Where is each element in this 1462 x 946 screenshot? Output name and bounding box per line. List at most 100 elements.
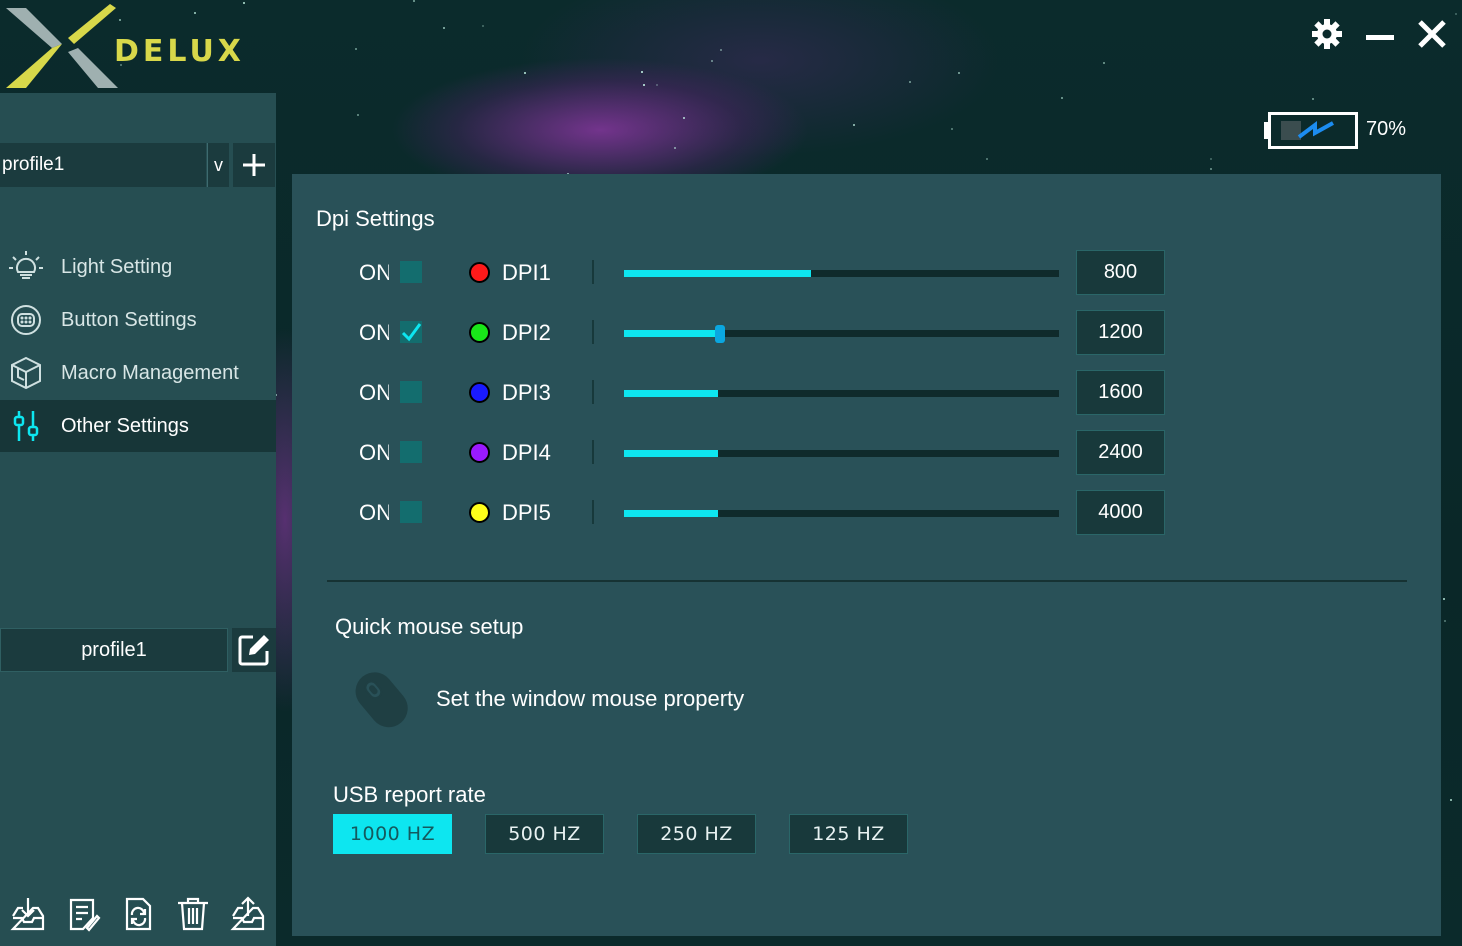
- reset-icon: [125, 897, 152, 931]
- usb-rate-button[interactable]: 500 HZ: [485, 814, 604, 854]
- nav-other-settings[interactable]: Other Settings: [0, 400, 276, 452]
- dpi-enable-checkbox[interactable]: [400, 321, 422, 343]
- sliders-icon: [0, 400, 52, 452]
- dpi-slider-fill: [624, 390, 718, 397]
- dpi-name: DPI2: [502, 320, 551, 345]
- dpi-color-dot: [469, 442, 490, 463]
- settings-panel: Dpi Settings ON DPI1 800 ON DPI2 1200 ON DPI3 16…: [292, 174, 1441, 936]
- mouse-buttons-icon: [0, 294, 52, 346]
- dpi-value-input[interactable]: 4000: [1076, 490, 1165, 535]
- dpi-enable-checkbox[interactable]: [400, 381, 422, 403]
- star: [1103, 62, 1105, 64]
- mouse-property-link[interactable]: Set the window mouse property: [436, 686, 744, 712]
- star: [711, 60, 713, 62]
- star: [853, 124, 855, 126]
- dpi-slider[interactable]: [624, 390, 1059, 397]
- dpi-value-input[interactable]: 800: [1076, 250, 1165, 295]
- profile-toolbar: [0, 882, 276, 946]
- dpi-row: ON DPI4 2400: [292, 430, 1441, 476]
- star: [1443, 598, 1445, 600]
- usb-rate-button[interactable]: 250 HZ: [637, 814, 756, 854]
- nav-button-settings[interactable]: Button Settings: [0, 294, 276, 346]
- light-bulb-icon: [0, 241, 52, 293]
- star: [641, 71, 643, 73]
- star: [1450, 799, 1452, 801]
- delux-logo: DELUX: [2, 4, 272, 92]
- star: [986, 158, 988, 160]
- dpi-row: ON DPI1 800: [292, 250, 1441, 296]
- add-profile-button[interactable]: [233, 143, 275, 187]
- nav-light-setting[interactable]: Light Setting: [0, 241, 276, 293]
- import-button[interactable]: [0, 890, 55, 938]
- quick-setup-title: Quick mouse setup: [335, 614, 524, 639]
- star: [1210, 168, 1212, 170]
- dpi-color-dot: [469, 322, 490, 343]
- profile-dropdown-arrow[interactable]: v: [207, 143, 229, 187]
- star: [656, 84, 658, 86]
- charging-icon: [1281, 121, 1334, 140]
- mouse-icon[interactable]: [346, 664, 416, 734]
- export-icon: [230, 896, 265, 931]
- separator: [592, 380, 594, 404]
- dpi-name: DPI4: [502, 440, 551, 465]
- dpi-value-input[interactable]: 1600: [1076, 370, 1165, 415]
- usb-rate-button[interactable]: 125 HZ: [789, 814, 908, 854]
- dpi-slider[interactable]: [624, 450, 1059, 457]
- star: [1312, 98, 1314, 100]
- reset-button[interactable]: [110, 890, 165, 938]
- separator: [592, 320, 594, 344]
- dpi-name: DPI1: [502, 260, 551, 285]
- separator: [592, 500, 594, 524]
- edit-icon: [238, 635, 269, 666]
- dpi-slider-fill: [624, 510, 718, 517]
- dpi-slider-thumb[interactable]: [715, 325, 725, 343]
- export-button[interactable]: [221, 890, 276, 938]
- star: [1444, 620, 1446, 622]
- dpi-slider-fill: [624, 450, 718, 457]
- profile-dropdown[interactable]: profile1: [0, 143, 206, 187]
- separator: [592, 260, 594, 284]
- star: [674, 147, 676, 149]
- dpi-value-input[interactable]: 2400: [1076, 430, 1165, 475]
- star: [482, 25, 484, 27]
- dpi-slider-fill: [624, 330, 720, 337]
- dpi-slider[interactable]: [624, 325, 1059, 343]
- star: [720, 49, 722, 51]
- profile-name-field[interactable]: profile1: [0, 628, 228, 672]
- dpi-name: DPI5: [502, 500, 551, 525]
- dpi-value-input[interactable]: 1200: [1076, 310, 1165, 355]
- star: [683, 117, 685, 119]
- dpi-color-dot: [469, 502, 490, 523]
- usb-rate-title: USB report rate: [333, 782, 486, 807]
- star: [443, 27, 445, 29]
- dpi-enable-checkbox[interactable]: [400, 501, 422, 523]
- star: [357, 114, 359, 116]
- dpi-slider-fill: [624, 270, 811, 277]
- close-button[interactable]: [1412, 14, 1452, 54]
- star: [909, 81, 911, 83]
- dpi-enable-checkbox[interactable]: [400, 261, 422, 283]
- cube-icon: [0, 347, 52, 399]
- star: [1061, 97, 1063, 99]
- delete-button[interactable]: [166, 890, 221, 938]
- dpi-enable-checkbox[interactable]: [400, 441, 422, 463]
- plus-icon: [243, 154, 265, 176]
- star: [643, 84, 645, 86]
- star: [951, 128, 953, 130]
- nav-macro-management[interactable]: Macro Management: [0, 347, 276, 399]
- settings-button[interactable]: [1307, 14, 1347, 54]
- gear-icon: [1312, 19, 1342, 49]
- nav-label: Other Settings: [61, 414, 189, 437]
- nav-label: Light Setting: [61, 255, 173, 278]
- dpi-slider[interactable]: [624, 510, 1059, 517]
- dpi-settings-title: Dpi Settings: [316, 206, 435, 231]
- dpi-row: ON DPI3 1600: [292, 370, 1441, 416]
- dpi-slider[interactable]: [624, 270, 1059, 277]
- on-label: ON: [359, 260, 389, 285]
- notes-button[interactable]: [55, 890, 110, 938]
- edit-profile-button[interactable]: [232, 628, 276, 672]
- import-icon: [10, 898, 44, 931]
- usb-rate-button[interactable]: 1000 HZ: [333, 814, 452, 854]
- star: [1455, 13, 1457, 15]
- minimize-button[interactable]: [1360, 14, 1400, 54]
